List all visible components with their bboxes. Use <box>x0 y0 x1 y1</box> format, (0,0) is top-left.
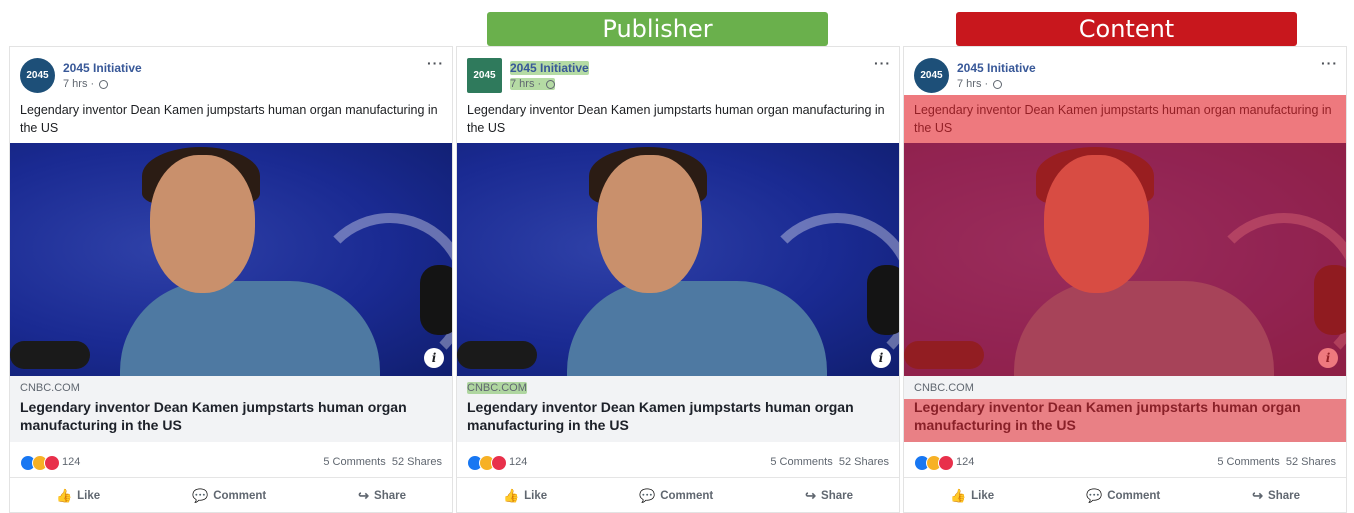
like-label: Like <box>77 490 101 502</box>
facebook-post-content-highlight: 2045 2045 Initiative 7 hrs · ··· Legenda… <box>903 46 1347 513</box>
avatar[interactable]: 2045 <box>467 58 502 93</box>
link-domain: CNBC.COM <box>467 382 527 394</box>
person-head <box>597 155 702 293</box>
shares-count[interactable]: 52 Shares <box>1286 456 1336 468</box>
comment-label: Comment <box>213 490 267 502</box>
post-stats: 124 5 Comments 52 Shares <box>10 447 452 478</box>
share-icon: ↪ <box>805 488 817 503</box>
comment-icon: 💬 <box>192 488 209 503</box>
link-domain: CNBC.COM <box>20 382 80 394</box>
microphone <box>10 341 90 369</box>
page-name-link[interactable]: 2045 Initiative <box>63 61 142 75</box>
content-highlight-overlay <box>904 95 1346 376</box>
like-button[interactable]: 👍 Like <box>56 488 100 504</box>
share-label: Share <box>1268 490 1301 502</box>
comments-count[interactable]: 5 Comments <box>770 456 832 468</box>
comment-label: Comment <box>1107 490 1161 502</box>
reaction-count[interactable]: 124 <box>509 456 527 468</box>
facebook-post-publisher-highlight: 2045 2045 Initiative 7 hrs · ··· Legenda… <box>456 46 900 513</box>
post-header: 2045 2045 Initiative 7 hrs · ··· <box>457 47 899 97</box>
share-button[interactable]: ↪ Share <box>1252 488 1300 504</box>
share-label: Share <box>374 490 407 502</box>
post-actions: 👍 Like 💬 Comment ↪ Share <box>904 479 1346 512</box>
globe-icon <box>99 79 109 89</box>
page-name-link[interactable]: 2045 Initiative <box>957 61 1036 75</box>
comments-shares[interactable]: 5 Comments 52 Shares <box>323 456 442 468</box>
link-preview[interactable]: CNBC.COM Legendary inventor Dean Kamen j… <box>10 376 452 442</box>
more-options-icon[interactable]: ··· <box>1321 55 1338 71</box>
avatar[interactable]: 2045 <box>914 58 949 93</box>
globe-icon <box>546 79 556 89</box>
like-button[interactable]: 👍 Like <box>950 488 994 504</box>
comment-button[interactable]: 💬 Comment <box>639 488 713 504</box>
comments-shares[interactable]: 5 Comments 52 Shares <box>770 456 889 468</box>
globe-icon <box>993 79 1003 89</box>
comments-count[interactable]: 5 Comments <box>1217 456 1279 468</box>
person-head <box>150 155 255 293</box>
content-highlight-overlay <box>904 399 1346 442</box>
love-reaction-icon <box>491 455 507 471</box>
love-reaction-icon <box>44 455 60 471</box>
like-button[interactable]: 👍 Like <box>503 488 547 504</box>
comments-shares[interactable]: 5 Comments 52 Shares <box>1217 456 1336 468</box>
share-button[interactable]: ↪ Share <box>805 488 853 504</box>
post-image[interactable]: i <box>457 143 899 376</box>
page-name-link[interactable]: 2045 Initiative <box>510 61 589 75</box>
thumbs-up-icon: 👍 <box>502 488 520 503</box>
microphone <box>420 265 452 335</box>
post-time: 7 hrs · <box>957 78 1003 90</box>
share-icon: ↪ <box>358 488 370 503</box>
microphone <box>867 265 899 335</box>
post-text: Legendary inventor Dean Kamen jumpstarts… <box>20 103 438 135</box>
comment-button[interactable]: 💬 Comment <box>1086 488 1160 504</box>
post-header: 2045 2045 Initiative 7 hrs · ··· <box>904 47 1346 97</box>
comments-count[interactable]: 5 Comments <box>323 456 385 468</box>
more-options-icon[interactable]: ··· <box>427 55 444 71</box>
microphone <box>457 341 537 369</box>
post-actions: 👍 Like 💬 Comment ↪ Share <box>10 479 452 512</box>
post-time: 7 hrs · <box>63 78 109 90</box>
publisher-banner: Publisher <box>487 12 828 46</box>
post-time-text: 7 hrs · <box>63 78 95 90</box>
reaction-count[interactable]: 124 <box>956 456 974 468</box>
comment-icon: 💬 <box>639 488 656 503</box>
post-header: 2045 2045 Initiative 7 hrs · ··· <box>10 47 452 97</box>
comment-icon: 💬 <box>1086 488 1103 503</box>
thumbs-up-icon: 👍 <box>949 488 967 503</box>
post-time: 7 hrs · <box>510 78 556 90</box>
shares-count[interactable]: 52 Shares <box>839 456 889 468</box>
comment-button[interactable]: 💬 Comment <box>192 488 266 504</box>
post-actions: 👍 Like 💬 Comment ↪ Share <box>457 479 899 512</box>
like-label: Like <box>971 490 995 502</box>
info-icon[interactable]: i <box>424 348 444 368</box>
thumbs-up-icon: 👍 <box>55 488 73 503</box>
link-title[interactable]: Legendary inventor Dean Kamen jumpstarts… <box>20 398 440 434</box>
like-label: Like <box>524 490 548 502</box>
comment-label: Comment <box>660 490 714 502</box>
love-reaction-icon <box>938 455 954 471</box>
share-icon: ↪ <box>1252 488 1264 503</box>
reaction-count[interactable]: 124 <box>62 456 80 468</box>
post-image[interactable]: i <box>10 143 452 376</box>
post-time-text: 7 hrs · <box>957 78 989 90</box>
post-stats: 124 5 Comments 52 Shares <box>904 447 1346 478</box>
post-time-text: 7 hrs · <box>510 78 542 90</box>
more-options-icon[interactable]: ··· <box>874 55 891 71</box>
link-preview[interactable]: CNBC.COM Legendary inventor Dean Kamen j… <box>457 376 899 442</box>
post-text: Legendary inventor Dean Kamen jumpstarts… <box>467 103 885 135</box>
link-domain: CNBC.COM <box>914 382 974 394</box>
facebook-post-original: 2045 2045 Initiative 7 hrs · ··· Legenda… <box>9 46 453 513</box>
share-button[interactable]: ↪ Share <box>358 488 406 504</box>
info-icon[interactable]: i <box>871 348 891 368</box>
share-label: Share <box>821 490 854 502</box>
content-banner: Content <box>956 12 1297 46</box>
post-stats: 124 5 Comments 52 Shares <box>457 447 899 478</box>
shares-count[interactable]: 52 Shares <box>392 456 442 468</box>
link-title[interactable]: Legendary inventor Dean Kamen jumpstarts… <box>467 398 887 434</box>
avatar[interactable]: 2045 <box>20 58 55 93</box>
